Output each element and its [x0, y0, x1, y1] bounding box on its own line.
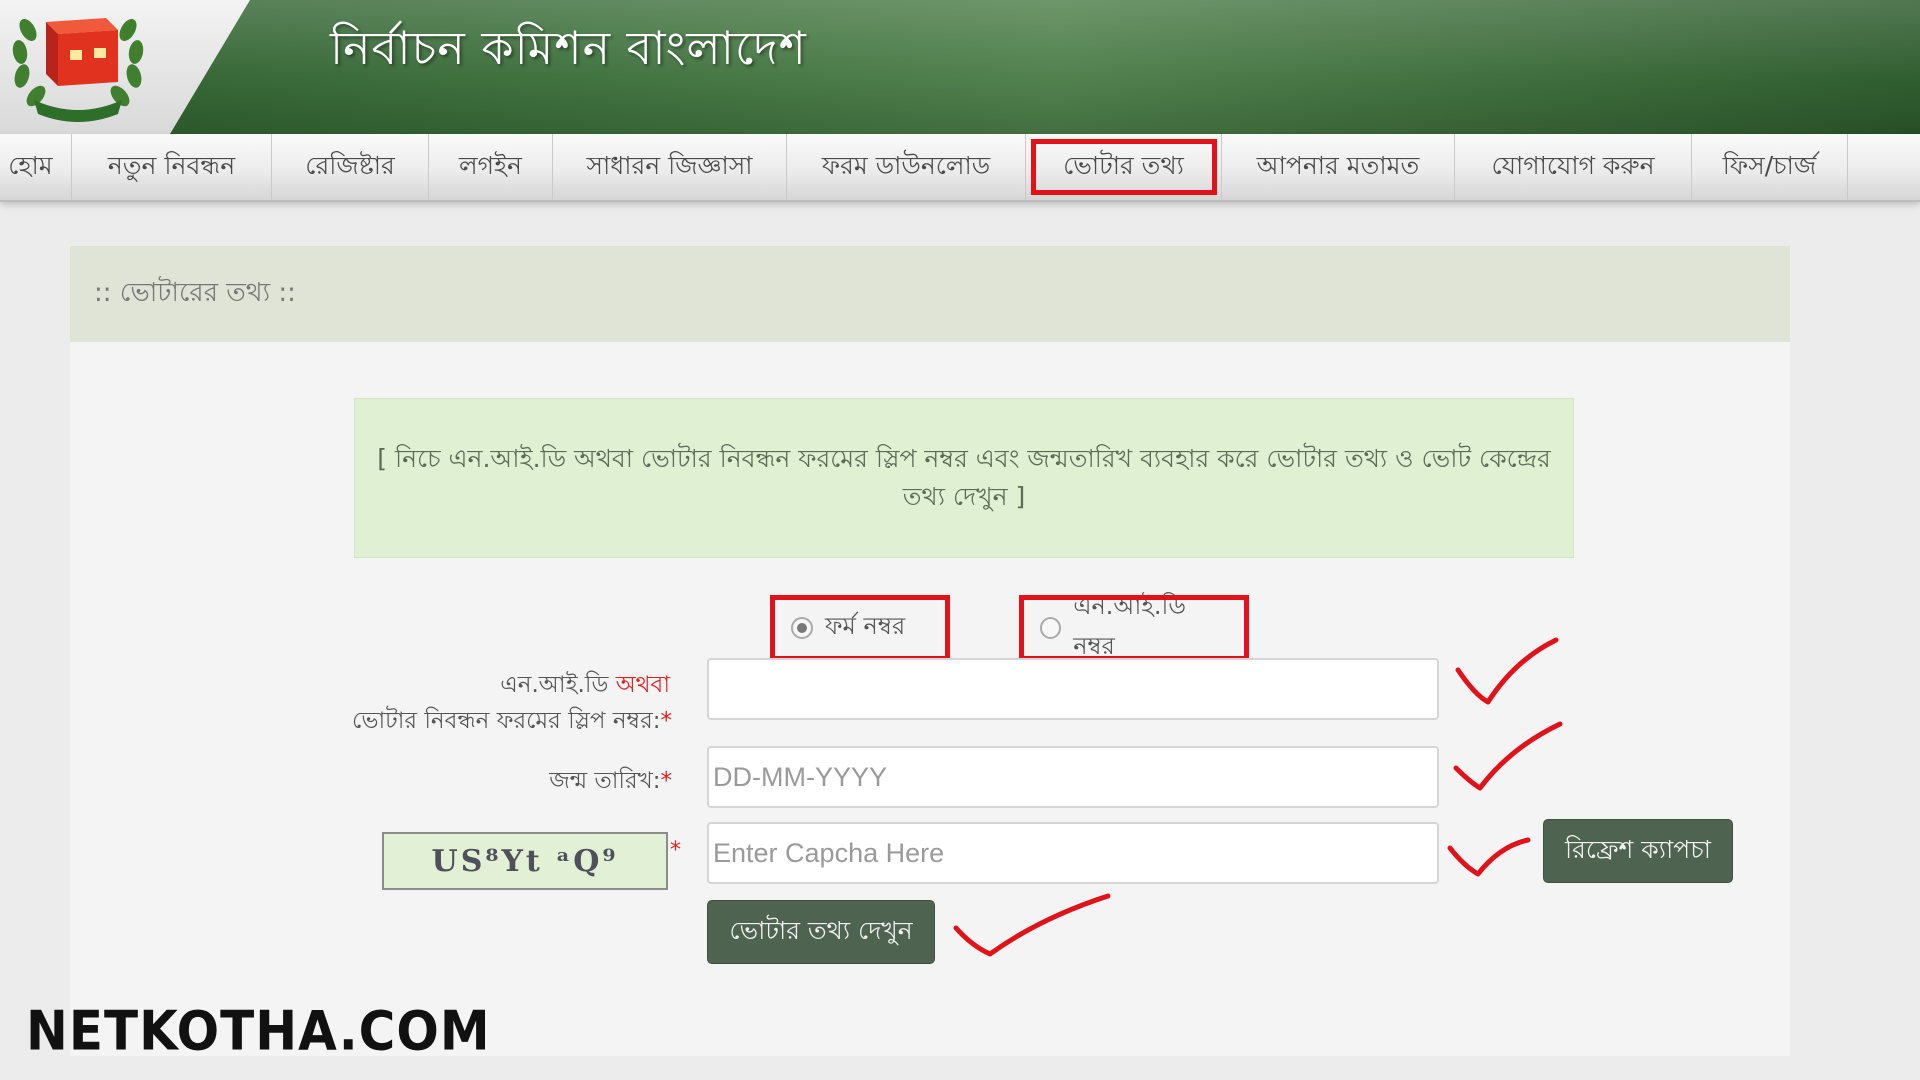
- captcha-input[interactable]: [707, 822, 1439, 884]
- nav-item-login[interactable]: লগইন: [429, 134, 553, 200]
- nav-item-form-download[interactable]: ফরম ডাউনলোড: [787, 134, 1026, 200]
- dob-label-text: জন্ম তারিখ:: [549, 768, 661, 794]
- main-nav: হোম নতুন নিবন্ধন রেজিষ্টার লগইন সাধারন জ…: [0, 134, 1920, 202]
- radio-nid-number-label: এন.আই.ডি নম্বর: [1073, 592, 1187, 660]
- refresh-captcha-button[interactable]: রিফ্রেশ ক্যাপচা: [1543, 819, 1733, 883]
- captcha-image: US⁸Yt ᵃQ⁹: [382, 832, 668, 890]
- nid-input[interactable]: [707, 658, 1439, 720]
- watermark: NETKOTHA.COM: [26, 999, 491, 1063]
- header-shine: [0, 0, 1920, 134]
- radio-form-number[interactable]: ফর্ম নম্বর: [770, 595, 950, 661]
- required-mark: *: [670, 838, 681, 863]
- nav-item-home[interactable]: হোম: [0, 134, 72, 200]
- dob-label: জন্ম তারিখ:*: [400, 762, 672, 801]
- nid-label-or: অথবা: [615, 672, 670, 698]
- nav-item-new-registration[interactable]: নতুন নিবন্ধন: [72, 134, 272, 200]
- info-message-text: [ নিচে এন.আই.ডি অথবা ভোটার নিবন্ধন ফরমের…: [377, 444, 1551, 511]
- nav-item-fees[interactable]: ফিস/চার্জ: [1692, 134, 1848, 200]
- site-title: নির্বাচন কমিশন বাংলাদেশ: [330, 21, 807, 75]
- nav-item-voter-info[interactable]: ভোটার তথ্য: [1026, 134, 1222, 200]
- view-voter-info-button[interactable]: ভোটার তথ্য দেখুন: [707, 900, 935, 964]
- nav-item-contact[interactable]: যোগাযোগ করুন: [1455, 134, 1692, 200]
- nav-item-feedback[interactable]: আপনার মতামত: [1222, 134, 1455, 200]
- radio-form-number-dot[interactable]: [791, 617, 813, 639]
- radio-nid-number[interactable]: এন.আই.ডি নম্বর: [1019, 592, 1249, 661]
- radio-nid-number-dot[interactable]: [1040, 617, 1062, 639]
- slip-label: ভোটার নিবন্ধন ফরমের স্লিপ নম্বর:*: [300, 702, 672, 741]
- nav-item-faq[interactable]: সাধারন জিজ্ঞাসা: [553, 134, 787, 200]
- section-title: :: ভোটারের তথ্য ::: [70, 246, 1790, 342]
- required-mark: *: [660, 708, 673, 734]
- site-header: নির্বাচন কমিশন বাংলাদেশ: [0, 0, 1920, 134]
- dob-input[interactable]: [707, 746, 1439, 808]
- nav-item-register[interactable]: রেজিষ্টার: [272, 134, 429, 200]
- slip-label-text: ভোটার নিবন্ধন ফরমের স্লিপ নম্বর:: [352, 708, 661, 734]
- radio-form-number-label: ফর্ম নম্বর: [825, 612, 906, 640]
- nid-label: এন.আই.ডি অথবা: [330, 666, 670, 705]
- required-mark: *: [660, 768, 673, 794]
- election-commission-logo-icon[interactable]: [6, 0, 150, 130]
- info-message: [ নিচে এন.আই.ডি অথবা ভোটার নিবন্ধন ফরমের…: [354, 398, 1574, 558]
- nid-label-text: এন.আই.ডি: [500, 672, 609, 698]
